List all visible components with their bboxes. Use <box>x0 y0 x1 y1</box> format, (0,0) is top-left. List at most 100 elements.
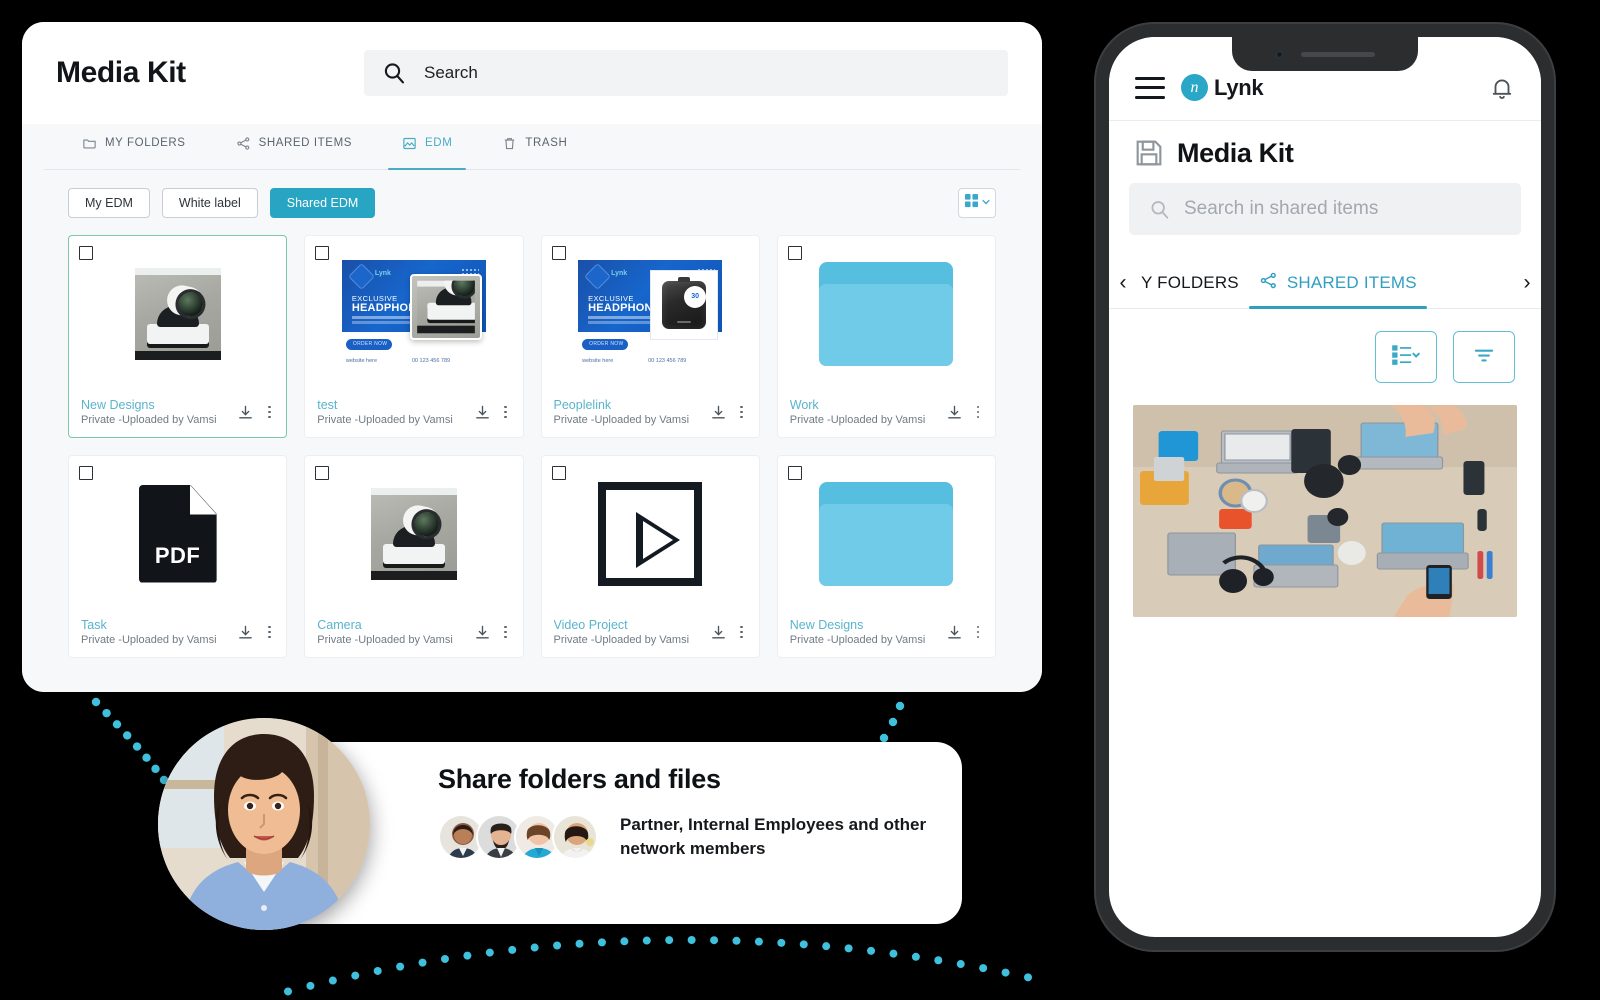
more-options-icon[interactable] <box>499 403 513 421</box>
more-options-icon[interactable] <box>262 623 276 641</box>
avatar <box>552 814 598 860</box>
card-thumbnail <box>778 236 995 387</box>
phone-notch <box>1232 37 1418 71</box>
file-card[interactable]: Work Private -Uploaded by Vamsi <box>776 235 996 438</box>
filter-row: My EDM White label Shared EDM <box>44 170 1020 218</box>
card-title[interactable]: Peoplelink <box>554 397 710 413</box>
card-title[interactable]: test <box>317 397 473 413</box>
phone-tab-my-folders[interactable]: Y FOLDERS <box>1131 257 1249 308</box>
edm-brand-label: Lynk <box>374 269 391 277</box>
share-icon <box>236 136 251 151</box>
download-icon[interactable] <box>474 404 491 421</box>
card-meta: Private -Uploaded by Vamsi <box>317 633 453 646</box>
phone-page-title-row: Media Kit <box>1109 121 1541 179</box>
camera-photo-thumbnail <box>370 487 457 580</box>
folder-icon <box>819 261 954 366</box>
tab-scroll-prev-icon[interactable]: ‹ <box>1115 271 1131 295</box>
grid-view-icon <box>964 193 979 213</box>
list-view-button[interactable] <box>1375 331 1437 383</box>
phone-search-placeholder: Search in shared items <box>1184 198 1379 219</box>
tab-label: EDM <box>425 137 453 149</box>
download-icon[interactable] <box>710 404 727 421</box>
edm-banner-thumbnail: Lynk EXCLUSIVE HEADPHONE ORDER NOW websi… <box>337 255 490 372</box>
filter-shared-edm[interactable]: Shared EDM <box>269 188 376 218</box>
edm-discount-badge: 30 <box>684 285 707 308</box>
brand-mark-icon: n <box>1181 74 1208 101</box>
tab-bar: MY FOLDERS SHARED ITEMS EDM TRASH <box>44 124 1020 170</box>
chevron-down-icon <box>981 194 991 212</box>
person-portrait-image <box>158 718 370 930</box>
download-icon[interactable] <box>710 624 727 641</box>
card-thumbnail <box>305 456 522 607</box>
card-title[interactable]: Camera <box>317 617 473 633</box>
camera-photo-thumbnail <box>134 267 221 360</box>
tab-my-folders[interactable]: MY FOLDERS <box>68 124 200 169</box>
card-checkbox[interactable] <box>79 466 93 480</box>
more-options-icon[interactable] <box>971 403 985 421</box>
filter-my-edm[interactable]: My EDM <box>68 188 150 218</box>
file-card[interactable]: New Designs Private -Uploaded by Vamsi <box>68 235 288 438</box>
download-icon[interactable] <box>237 404 254 421</box>
file-card[interactable]: Camera Private -Uploaded by Vamsi <box>304 455 524 658</box>
card-title[interactable]: New Designs <box>81 397 237 413</box>
download-icon[interactable] <box>946 624 963 641</box>
card-title[interactable]: Work <box>790 397 946 413</box>
tab-label: TRASH <box>525 137 568 149</box>
brand-name: Lynk <box>1214 74 1264 100</box>
file-card[interactable]: Lynk EXCLUSIVE HEADPHONE ORDER NOW websi… <box>540 235 760 438</box>
tab-edm[interactable]: EDM <box>388 124 467 170</box>
file-card[interactable]: PDF Task Private -Uploaded by Vamsi <box>68 455 288 658</box>
download-icon[interactable] <box>474 624 491 641</box>
grid-view-toggle-button[interactable] <box>958 188 996 218</box>
more-options-icon[interactable] <box>971 623 985 641</box>
phone-tab-shared-items[interactable]: SHARED ITEMS <box>1248 257 1427 309</box>
more-options-icon[interactable] <box>735 403 749 421</box>
file-card[interactable]: New Designs Private -Uploaded by Vamsi <box>776 455 996 658</box>
card-thumbnail <box>542 456 759 607</box>
notification-bell-icon[interactable] <box>1489 74 1515 102</box>
tab-label: MY FOLDERS <box>105 137 186 149</box>
share-card-subtitle: Partner, Internal Employees and other ne… <box>620 815 927 858</box>
more-options-icon[interactable] <box>499 623 513 641</box>
file-card[interactable]: Video Project Private -Uploaded by Vamsi <box>540 455 760 658</box>
shared-item-photo[interactable] <box>1133 405 1517 617</box>
file-card[interactable]: Lynk EXCLUSIVE HEADPHONE ORDER NOW websi… <box>304 235 524 438</box>
file-card-grid: New Designs Private -Uploaded by Vamsi L… <box>44 218 1020 658</box>
trash-icon <box>502 136 517 151</box>
card-checkbox[interactable] <box>551 466 566 480</box>
tab-trash[interactable]: TRASH <box>488 124 581 169</box>
card-title[interactable]: Video Project <box>554 617 710 633</box>
hamburger-menu-icon[interactable] <box>1135 76 1165 99</box>
more-options-icon[interactable] <box>735 623 749 641</box>
card-title[interactable]: Task <box>81 617 237 633</box>
video-play-icon <box>598 481 703 586</box>
card-checkbox[interactable] <box>315 246 330 260</box>
list-view-icon <box>1391 343 1421 371</box>
filter-white-label[interactable]: White label <box>161 188 258 218</box>
search-input[interactable]: Search <box>364 50 1008 96</box>
card-checkbox[interactable] <box>787 466 802 480</box>
card-checkbox[interactable] <box>79 246 93 260</box>
more-options-icon[interactable] <box>262 403 276 421</box>
save-disk-icon <box>1133 137 1165 169</box>
phone-search-input[interactable]: Search in shared items <box>1129 183 1521 235</box>
tab-scroll-next-icon[interactable]: › <box>1519 271 1535 295</box>
pdf-file-icon: PDF <box>138 484 217 583</box>
edm-website: website here <box>345 357 378 364</box>
edm-cta-label: ORDER NOW <box>352 340 388 347</box>
tab-label: Y FOLDERS <box>1141 272 1239 292</box>
card-checkbox[interactable] <box>787 246 802 260</box>
card-checkbox[interactable] <box>315 466 330 480</box>
card-meta: Private -Uploaded by Vamsi <box>81 633 217 646</box>
card-footer: test Private -Uploaded by Vamsi <box>305 387 522 437</box>
download-icon[interactable] <box>237 624 254 641</box>
tab-shared-items[interactable]: SHARED ITEMS <box>222 124 366 169</box>
card-title[interactable]: New Designs <box>790 617 946 633</box>
card-checkbox[interactable] <box>551 246 566 260</box>
card-meta: Private -Uploaded by Vamsi <box>553 413 690 426</box>
download-icon[interactable] <box>946 404 963 421</box>
phone-mockup: n Lynk Media Kit Search in shared items … <box>1096 24 1554 950</box>
edm-cta-label: ORDER NOW <box>589 340 624 347</box>
filter-button[interactable] <box>1453 331 1515 383</box>
phone-screen: n Lynk Media Kit Search in shared items … <box>1109 37 1541 937</box>
